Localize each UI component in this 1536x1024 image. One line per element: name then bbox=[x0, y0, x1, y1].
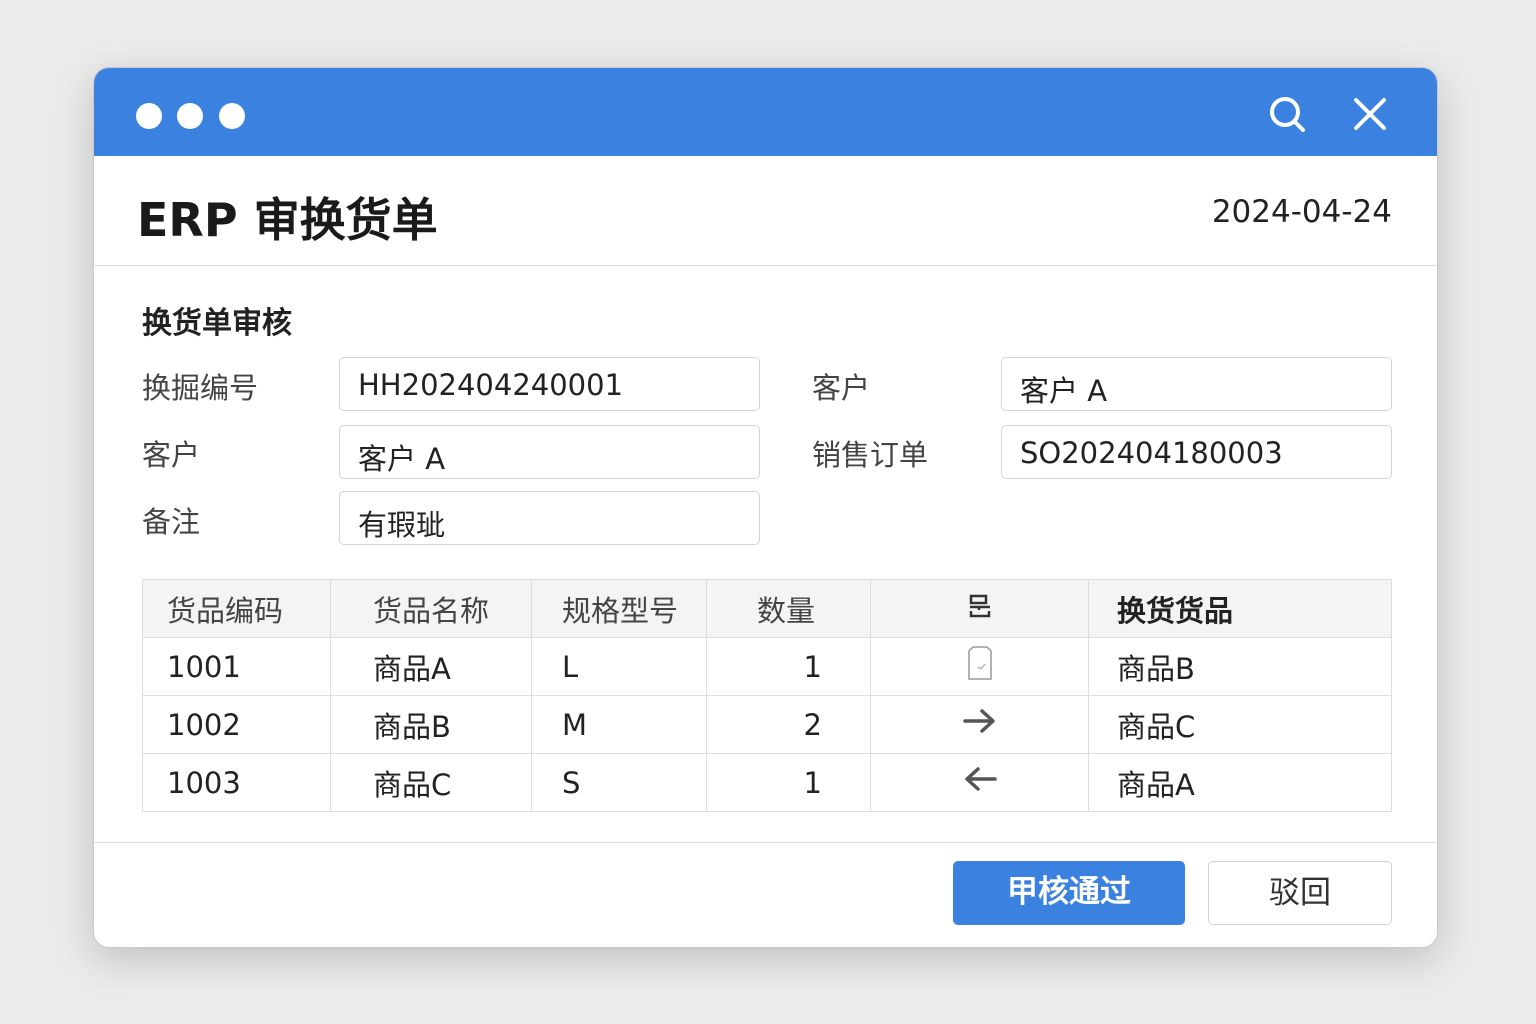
table-header: 货品编码 货品名称 规格型号 数量 换货货品 bbox=[142, 579, 1392, 638]
window-dot[interactable] bbox=[136, 103, 162, 129]
customer-label: 客户 bbox=[812, 371, 871, 405]
cell-exchange: 商品A bbox=[1088, 753, 1392, 812]
title-bar bbox=[94, 68, 1437, 156]
col-code: 货品编码 bbox=[142, 579, 331, 638]
cell-name: 商品A bbox=[330, 637, 532, 696]
approve-button[interactable]: 甲核通过 bbox=[953, 861, 1185, 925]
cell-spec: L bbox=[531, 637, 707, 696]
cell-exchange: 商品C bbox=[1088, 695, 1392, 754]
cell-code: 1001 bbox=[142, 637, 331, 696]
cell-exchange: 商品B bbox=[1088, 637, 1392, 696]
col-qty: 数量 bbox=[706, 579, 871, 638]
cell-qty: 1 bbox=[706, 637, 871, 696]
section-title: 换货单审核 bbox=[142, 306, 292, 341]
col-exchange: 换货货品 bbox=[1088, 579, 1392, 638]
header: ERP 审换货单 2024-04-24 bbox=[94, 156, 1437, 266]
cell-spec: S bbox=[531, 753, 707, 812]
cell-status bbox=[870, 637, 1089, 696]
cell-name: 商品C bbox=[330, 753, 532, 812]
status-header-icon bbox=[969, 594, 990, 617]
customer-field[interactable]: 客户 A bbox=[339, 425, 760, 479]
window-dot[interactable] bbox=[177, 103, 203, 129]
reject-button[interactable]: 驳回 bbox=[1208, 861, 1392, 925]
search-icon[interactable] bbox=[1267, 94, 1307, 134]
col-status bbox=[870, 579, 1089, 638]
cell-qty: 2 bbox=[706, 695, 871, 754]
page-title: ERP 审换货单 bbox=[137, 193, 438, 247]
remark-label: 备注 bbox=[142, 505, 201, 539]
cell-code: 1002 bbox=[142, 695, 331, 754]
arrow-left-icon bbox=[964, 767, 997, 791]
remark-field[interactable]: 有瑕玼 bbox=[339, 491, 760, 545]
table-row[interactable]: 1002 商品B M 2 商品C bbox=[142, 695, 1392, 754]
cell-status bbox=[870, 753, 1089, 812]
document-check-icon bbox=[967, 646, 992, 680]
sales-order-label: 销售订单 bbox=[812, 438, 929, 472]
arrow-right-icon bbox=[962, 709, 995, 733]
exchange-no-label: 换掘编号 bbox=[142, 371, 259, 405]
cell-status bbox=[870, 695, 1089, 754]
window-dot[interactable] bbox=[219, 103, 245, 129]
customer-field[interactable]: 客户 A bbox=[1001, 357, 1392, 411]
cell-qty: 1 bbox=[706, 753, 871, 812]
footer-divider bbox=[94, 842, 1437, 843]
cell-code: 1003 bbox=[142, 753, 331, 812]
exchange-no-field[interactable]: HH202404240001 bbox=[339, 357, 760, 411]
table-row[interactable]: 1003 商品C S 1 商品A bbox=[142, 753, 1392, 812]
table-row[interactable]: 1001 商品A L 1 商品B bbox=[142, 637, 1392, 696]
col-name: 货品名称 bbox=[330, 579, 532, 638]
cell-spec: M bbox=[531, 695, 707, 754]
window: ERP 审换货单 2024-04-24 换货单审核 换掘编号 HH2024042… bbox=[93, 67, 1438, 948]
col-spec: 规格型号 bbox=[531, 579, 707, 638]
cell-name: 商品B bbox=[330, 695, 532, 754]
date: 2024-04-24 bbox=[1211, 194, 1392, 230]
close-icon[interactable] bbox=[1350, 94, 1390, 134]
items-table: 货品编码 货品名称 规格型号 数量 换货货品 1001 商品A L 1 商品B … bbox=[142, 579, 1392, 812]
customer-label: 客户 bbox=[142, 438, 201, 472]
sales-order-field[interactable]: SO202404180003 bbox=[1001, 425, 1392, 479]
